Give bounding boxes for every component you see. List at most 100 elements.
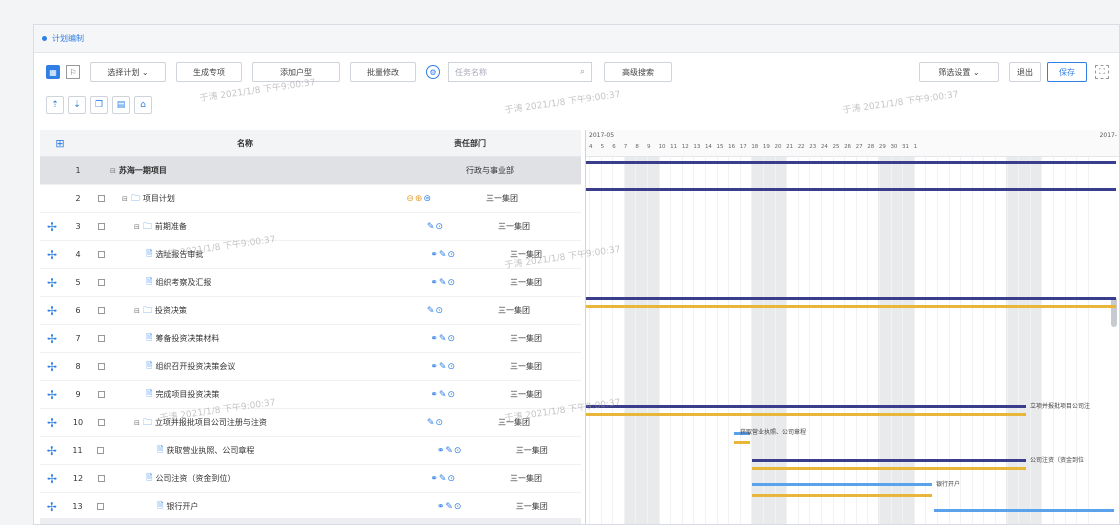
table-row[interactable]: ✢ 12 🗎 公司注资（资金到位） ⚭ ✎ ⊙ 三一集团 [40,465,581,493]
tree-icon[interactable]: ⊞ [40,137,80,150]
add-row-icon[interactable]: ✢ [40,388,64,402]
search-icon[interactable]: ⌕ [580,67,585,77]
table-row[interactable]: ✢ 9 🗎 完成项目投资决策 ⚭ ✎ ⊙ 三一集团 [40,381,581,409]
fullscreen-icon[interactable]: ⛶ [1095,65,1109,79]
add-row-icon[interactable]: ✢ [40,220,64,234]
row-checkbox[interactable] [92,391,110,398]
flag-icon[interactable]: ⚐ [66,65,80,79]
row-checkbox[interactable] [91,503,109,510]
view-icon[interactable]: ⊙ [435,222,444,232]
edit-icon[interactable]: ✎ [439,390,448,400]
save-button[interactable]: 保存 [1047,62,1087,82]
add-row-icon[interactable]: ✢ [40,416,64,430]
gantt-bar[interactable] [586,413,1026,416]
edit-icon[interactable]: ✎ [439,474,448,484]
settings-icon[interactable]: ⚙ [426,65,440,79]
gantt-bar[interactable] [586,297,1116,300]
search-input[interactable]: 任务名称 ⌕ [448,62,592,82]
add-row-icon[interactable]: ✢ [40,500,64,514]
table-row[interactable]: 2 ⊟ 🗀 项目计划 ⊖⊕ ⊜ 三一集团 [40,185,581,213]
table-row[interactable]: ✢ 13 🗎 银行开户 ⚭ ✎ ⊙ 三一集团 [40,493,581,521]
home-icon[interactable]: ⌂ [134,96,152,114]
row-checkbox[interactable] [92,251,110,258]
view-icon[interactable]: ⊙ [447,390,456,400]
table-row[interactable]: 1 ⊟ 苏海一期项目 行政与事业部 [40,157,581,185]
table-row[interactable]: ✢ 5 🗎 组织考察及汇报 ⚭ ✎ ⊙ 三一集团 [40,269,581,297]
exit-button[interactable]: 退出 [1009,62,1041,82]
view-icon[interactable]: ⊙ [447,250,456,260]
add-row-icon[interactable]: ✢ [40,276,64,290]
view-icon[interactable]: ⊙ [454,502,463,512]
gantt-bar[interactable] [586,161,1116,164]
row-checkbox[interactable] [92,363,110,370]
row-checkbox[interactable] [92,419,110,426]
table-row[interactable]: ✢ 11 🗎 获取营业执照、公司章程 ⚭ ✎ ⊙ 三一集团 [40,437,581,465]
move-up-icon[interactable]: ⇡ [46,96,64,114]
gantt-bar[interactable] [586,188,1116,191]
collapse-icon[interactable]: ⊟ [110,167,116,175]
table-row[interactable]: ✢ 10 ⊟ 🗀 立项并报批项目公司注册与注资 ✎ ⊙ 三一集团 [40,409,581,437]
warn-icon[interactable]: ⊖⊕ [406,194,423,204]
row-checkbox[interactable] [92,307,110,314]
grid-horizontal-scrollbar[interactable] [40,518,581,524]
row-checkbox[interactable] [92,475,110,482]
gantt-bar[interactable] [752,483,932,486]
link-icon[interactable]: ⚭ [430,250,439,260]
add-row-icon[interactable]: ✢ [40,360,64,374]
add-row-icon[interactable]: ✢ [40,332,64,346]
add-house-type-button[interactable]: 添加户型 [252,62,340,82]
move-down-icon[interactable]: ⇣ [68,96,86,114]
edit-icon[interactable]: ✎ [445,446,454,456]
link-icon[interactable]: ⚭ [430,390,439,400]
edit-icon[interactable]: ✎ [439,362,448,372]
gantt-view-icon[interactable]: ▦ [46,65,60,79]
paste-icon[interactable]: ▤ [112,96,130,114]
view-icon[interactable]: ⊙ [447,334,456,344]
edit-icon[interactable]: ✎ [439,334,448,344]
gantt-bar[interactable] [734,441,750,444]
table-row[interactable]: ✢ 8 🗎 组织召开投资决策会议 ⚭ ✎ ⊙ 三一集团 [40,353,581,381]
edit-icon[interactable]: ✎ [445,502,454,512]
collapse-icon[interactable]: ⊟ [134,419,140,427]
gantt-bar[interactable] [752,467,1026,470]
link-icon[interactable]: ⚭ [430,362,439,372]
link-icon[interactable]: ⚭ [437,446,446,456]
row-checkbox[interactable] [92,223,110,230]
add-row-icon[interactable]: ✢ [40,304,64,318]
link-icon[interactable]: ⚭ [430,474,439,484]
edit-icon[interactable]: ✎ [427,418,436,428]
table-row[interactable]: ✢ 4 🗎 选址报告审批 ⚭ ✎ ⊙ 三一集团 [40,241,581,269]
gantt-bar[interactable] [934,509,1114,512]
table-row[interactable]: ✢ 7 🗎 筹备投资决策材料 ⚭ ✎ ⊙ 三一集团 [40,325,581,353]
row-checkbox[interactable] [91,447,109,454]
row-checkbox[interactable] [92,279,110,286]
row-checkbox[interactable] [92,195,110,202]
gantt-bar[interactable] [752,494,932,497]
edit-icon[interactable]: ✎ [427,222,436,232]
table-row[interactable]: ✢ 3 ⊟ 🗀 前期准备 ✎ ⊙ 三一集团 [40,213,581,241]
collapse-icon[interactable]: ⊟ [122,195,128,203]
gantt-bar[interactable] [586,305,1116,308]
gantt-bar[interactable] [752,459,1026,462]
collapse-icon[interactable]: ⊟ [134,307,140,315]
view-icon[interactable]: ⊙ [435,306,444,316]
link-icon[interactable]: ⚭ [430,334,439,344]
row-checkbox[interactable] [92,335,110,342]
table-row[interactable]: ✢ 6 ⊟ 🗀 投资决策 ✎ ⊙ 三一集团 [40,297,581,325]
info-icon[interactable]: ⊜ [423,194,432,204]
link-icon[interactable]: ⚭ [430,278,439,288]
batch-edit-button[interactable]: 批量修改 [350,62,416,82]
generate-special-button[interactable]: 生成专项 [176,62,242,82]
view-icon[interactable]: ⊙ [454,446,463,456]
copy-icon[interactable]: ❐ [90,96,108,114]
view-icon[interactable]: ⊙ [447,278,456,288]
add-row-icon[interactable]: ✢ [40,472,64,486]
edit-icon[interactable]: ✎ [427,306,436,316]
advanced-search-button[interactable]: 高级搜索 [604,62,672,82]
edit-icon[interactable]: ✎ [439,250,448,260]
collapse-icon[interactable]: ⊟ [134,223,140,231]
view-icon[interactable]: ⊙ [435,418,444,428]
gantt-bar[interactable] [586,405,1026,408]
add-row-icon[interactable]: ✢ [40,248,64,262]
gantt-scrollbar[interactable] [1111,297,1117,327]
